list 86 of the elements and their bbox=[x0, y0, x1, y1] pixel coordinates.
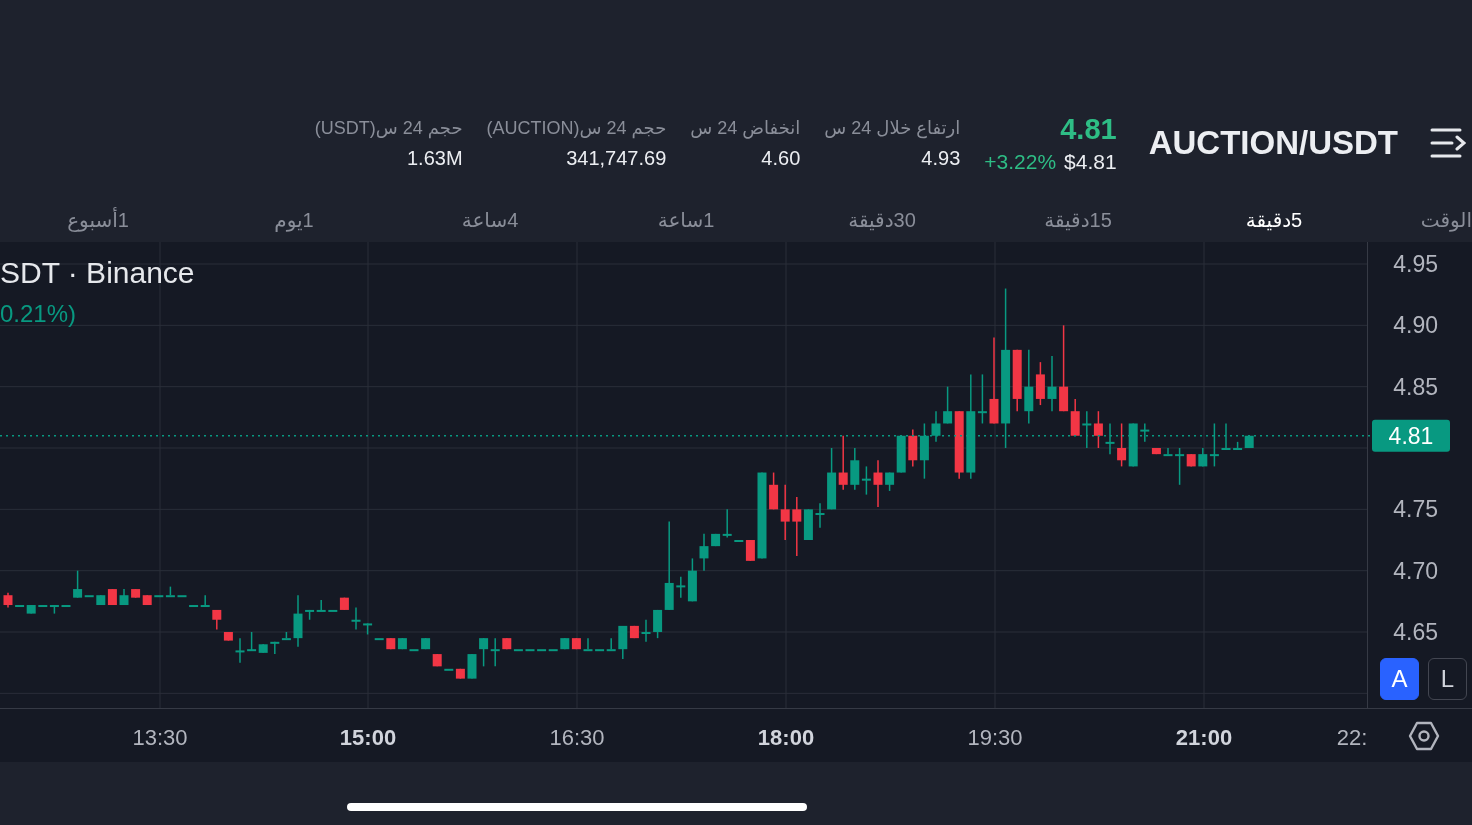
current-price-badge: 4.81 bbox=[1372, 419, 1450, 452]
scale-button[interactable]: L bbox=[1428, 658, 1467, 700]
settings-icon[interactable] bbox=[1408, 721, 1440, 751]
price-axis-label: 4.70 bbox=[1393, 557, 1438, 584]
time-axis-label: 21:00 bbox=[1175, 725, 1233, 750]
interval-tab[interactable]: 30دقيقة bbox=[784, 208, 980, 232]
legend-change: 0.21%) bbox=[0, 300, 78, 328]
interval-label: الوقت bbox=[1419, 208, 1472, 232]
candle bbox=[131, 588, 141, 599]
price-axis-label: 4.75 bbox=[1393, 496, 1438, 523]
pair-title: AUCTION/USDT bbox=[1148, 124, 1398, 162]
candle bbox=[142, 594, 152, 606]
time-axis-label: 16:30 bbox=[549, 725, 605, 750]
stat-label: انخفاض 24 س bbox=[690, 116, 801, 139]
candle bbox=[351, 606, 361, 631]
candle bbox=[1163, 447, 1173, 457]
scale-button[interactable]: A bbox=[1380, 658, 1419, 700]
candle bbox=[316, 599, 326, 612]
candle bbox=[850, 447, 860, 491]
candle bbox=[3, 592, 13, 609]
time-axis-label: 18:00 bbox=[757, 725, 815, 750]
candle bbox=[397, 637, 407, 650]
candle bbox=[780, 484, 790, 541]
candle bbox=[119, 588, 129, 606]
interval-tab[interactable]: 1يوم bbox=[196, 208, 392, 232]
candle bbox=[815, 502, 825, 529]
interval-tab[interactable]: 1أسبوع bbox=[0, 208, 196, 232]
menu-icon[interactable] bbox=[1430, 127, 1466, 159]
price-axis-label: 4.85 bbox=[1393, 373, 1438, 400]
candle bbox=[1105, 422, 1115, 455]
candle bbox=[270, 641, 280, 655]
time-axis-label: 15:00 bbox=[339, 725, 397, 750]
candle bbox=[432, 653, 442, 668]
stat-label: حجم 24 س(AUCTION) bbox=[486, 116, 667, 139]
price-axis-label: 4.65 bbox=[1393, 619, 1438, 645]
price-axis-label: 4.95 bbox=[1393, 251, 1438, 277]
candle bbox=[827, 447, 837, 511]
candle bbox=[1093, 410, 1103, 449]
candle bbox=[1128, 422, 1138, 468]
candle bbox=[467, 653, 477, 680]
stat-value: 341,747.69 bbox=[566, 146, 667, 170]
candle bbox=[479, 637, 489, 668]
last-price: 4.81 bbox=[1060, 112, 1117, 146]
time-axis-label: 22: bbox=[1336, 725, 1368, 750]
candle bbox=[409, 648, 419, 652]
candle bbox=[61, 604, 71, 607]
candle bbox=[641, 619, 651, 643]
candle bbox=[421, 637, 431, 650]
candle bbox=[386, 637, 396, 650]
candle bbox=[1221, 422, 1231, 450]
candle bbox=[1082, 410, 1092, 449]
candle bbox=[583, 637, 593, 652]
candle bbox=[873, 459, 883, 508]
symbol-legend: SDT · Binance bbox=[0, 256, 195, 290]
interval-tab[interactable]: 15دقيقة bbox=[980, 208, 1176, 232]
interval-tab[interactable]: 4ساعة bbox=[392, 208, 588, 232]
candle bbox=[281, 631, 291, 641]
candle bbox=[177, 594, 187, 598]
stat-value: 1.63M bbox=[406, 146, 463, 170]
price-change: +3.22% bbox=[984, 149, 1057, 174]
candle bbox=[838, 435, 848, 491]
candle bbox=[490, 637, 500, 668]
candle bbox=[769, 471, 779, 511]
candle bbox=[305, 609, 315, 621]
usd-price: $4.81 bbox=[1064, 149, 1117, 174]
stat-label: ارتفاع خلال 24 س bbox=[824, 116, 961, 139]
candle bbox=[560, 637, 570, 650]
interval-tab[interactable]: 1ساعة bbox=[588, 208, 784, 232]
candle bbox=[699, 533, 709, 572]
interval-tab[interactable]: 5دقيقة bbox=[1176, 208, 1372, 232]
stat-value: 4.93 bbox=[921, 146, 961, 170]
candle bbox=[1117, 422, 1127, 468]
candle bbox=[1140, 422, 1150, 443]
stat-label: حجم 24 س(USDT) bbox=[314, 116, 463, 139]
time-axis-label: 19:30 bbox=[967, 725, 1023, 750]
stat-value: 4.60 bbox=[761, 146, 801, 170]
candle bbox=[571, 637, 581, 650]
candle bbox=[525, 648, 535, 652]
price-axis-label: 4.90 bbox=[1393, 312, 1438, 339]
candle bbox=[861, 465, 871, 496]
candle bbox=[931, 410, 941, 443]
candle bbox=[293, 594, 303, 648]
candle bbox=[1047, 355, 1057, 412]
candle bbox=[235, 637, 245, 664]
candle bbox=[1151, 447, 1161, 455]
time-axis-label: 13:30 bbox=[132, 725, 188, 750]
